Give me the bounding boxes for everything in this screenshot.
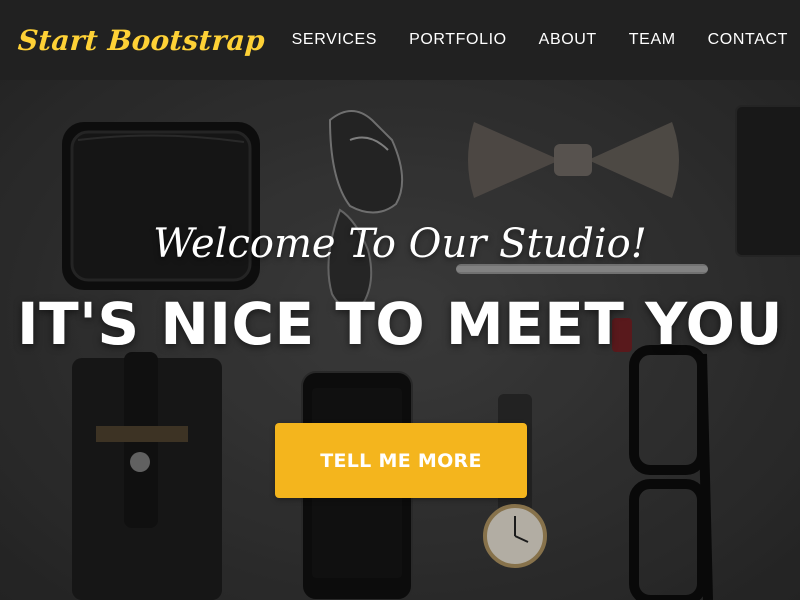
nav-link-portfolio[interactable]: PORTFOLIO: [393, 25, 523, 55]
nav-link-contact[interactable]: CONTACT: [692, 25, 788, 55]
hero-section: Welcome To Our Studio! IT'S NICE TO MEET…: [0, 80, 800, 600]
hero-heading: IT'S NICE TO MEET YOU: [17, 290, 783, 358]
hero-text: Welcome To Our Studio! IT'S NICE TO MEET…: [0, 80, 800, 600]
nav-link-about[interactable]: ABOUT: [523, 25, 613, 55]
navbar: Start Bootstrap SERVICES PORTFOLIO ABOUT…: [0, 0, 800, 80]
brand-logo[interactable]: Start Bootstrap: [17, 24, 266, 57]
nav-link-services[interactable]: SERVICES: [276, 25, 393, 55]
nav-link-team[interactable]: TEAM: [613, 25, 692, 55]
hero-lead-in: Welcome To Our Studio!: [153, 221, 647, 267]
tell-me-more-button[interactable]: TELL ME MORE: [275, 423, 527, 498]
nav-links: SERVICES PORTFOLIO ABOUT TEAM CONTACT: [276, 25, 788, 55]
